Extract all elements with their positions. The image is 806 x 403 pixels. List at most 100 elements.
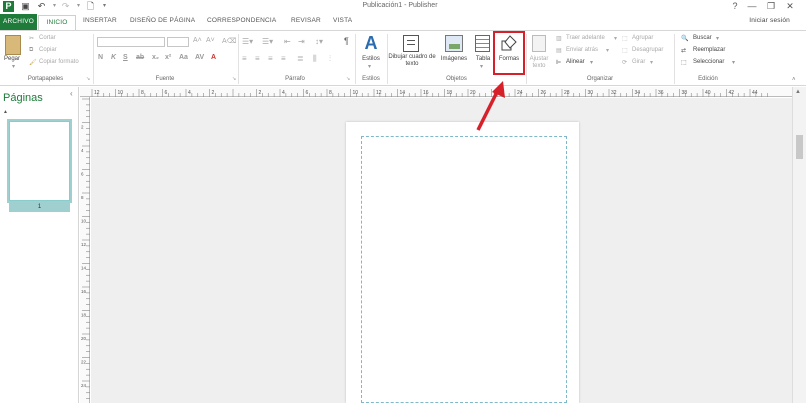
pane-scroll-up-icon[interactable]: ▲	[3, 109, 8, 115]
font-size-combo[interactable]	[167, 37, 189, 47]
cut-button[interactable]: Cortar	[39, 35, 56, 41]
align-center-icon[interactable]: ≡	[255, 54, 260, 63]
pictures-button[interactable]: Imágenes	[437, 56, 471, 63]
shapes-button[interactable]: Formas	[494, 56, 524, 63]
save-icon[interactable]: ▣	[20, 1, 31, 12]
collapse-ribbon-icon[interactable]: ˄	[792, 77, 796, 83]
font-name-combo[interactable]	[97, 37, 165, 47]
tab-insertar[interactable]: INSERTAR	[83, 17, 117, 24]
scrollbar-thumb[interactable]	[796, 135, 803, 159]
send-backward-dropdown-icon[interactable]: ▾	[606, 47, 609, 54]
numbering-icon[interactable]: ☰▾	[262, 37, 273, 46]
horizontal-ruler[interactable]: 1210864224681012141618202224262830323436…	[80, 87, 792, 97]
paste-button[interactable]: Pegar	[4, 56, 20, 62]
ruler-label: 4	[282, 90, 285, 96]
ungroup-button[interactable]: Desagrupar	[632, 47, 663, 53]
group-button[interactable]: Agrupar	[632, 35, 653, 41]
ribbon-separator	[93, 34, 94, 84]
pane-collapse-icon[interactable]: ‹	[70, 89, 73, 98]
tab-inicio[interactable]: INICIO	[38, 15, 76, 30]
tab-correspondencia[interactable]: CORRESPONDENCIA	[207, 17, 276, 24]
minimize-button[interactable]: —	[745, 0, 759, 12]
underline-button[interactable]: S	[123, 54, 128, 61]
table-icon[interactable]	[475, 35, 490, 52]
styles-dropdown-icon[interactable]: ▾	[368, 63, 371, 70]
replace-button[interactable]: Reemplazar	[693, 47, 725, 53]
replace-icon: ⇄	[681, 48, 687, 54]
align-dropdown-icon[interactable]: ▾	[590, 59, 593, 66]
maximize-button[interactable]: ❐	[764, 0, 778, 12]
find-button[interactable]: Buscar	[693, 35, 712, 41]
subscript-icon[interactable]: x₂	[152, 54, 159, 61]
page-thumbnail[interactable]	[7, 119, 72, 203]
shrink-font-icon[interactable]: A˅	[206, 37, 215, 44]
ruler-label: 44	[752, 90, 758, 96]
increase-indent-icon[interactable]: ⇥	[298, 37, 305, 46]
grow-font-icon[interactable]: A˄	[193, 37, 202, 44]
bullets-icon[interactable]: ☰▾	[242, 37, 253, 46]
draw-text-box-button[interactable]: Dibujar cuadro de texto	[388, 54, 436, 68]
table-dropdown-icon[interactable]: ▾	[480, 63, 483, 70]
tab-diseno-de-pagina[interactable]: DISEÑO DE PÁGINA	[130, 17, 195, 24]
select-button[interactable]: Seleccionar	[693, 59, 724, 65]
line-spacing-icon[interactable]: ↕▾	[315, 37, 323, 46]
change-case-icon[interactable]: Aa	[179, 54, 188, 61]
undo-dropdown-icon[interactable]: ▾	[49, 1, 60, 12]
font-color-icon[interactable]: A	[211, 54, 216, 61]
help-icon[interactable]: ?	[728, 0, 742, 12]
fuente-launcher-icon[interactable]: ↘	[232, 76, 236, 82]
bring-forward-dropdown-icon[interactable]: ▾	[614, 35, 617, 42]
align-button[interactable]: Alinear	[566, 59, 585, 65]
pictures-icon[interactable]	[445, 35, 463, 52]
paste-dropdown-icon[interactable]: ▾	[12, 63, 15, 70]
text-box-icon[interactable]	[403, 35, 419, 52]
distribute-icon[interactable]: ≣	[297, 54, 304, 63]
clear-format-icon[interactable]: A⌫	[222, 37, 237, 45]
columns-icon[interactable]: ⫼	[313, 54, 317, 64]
styles-icon[interactable]: A	[362, 33, 380, 53]
vertical-ruler[interactable]: 2 4 6 8 10 12 14 16 18 20 22 24	[80, 97, 90, 403]
tab-archivo[interactable]: ARCHIVO	[0, 14, 37, 30]
tab-vista[interactable]: VISTA	[333, 17, 352, 24]
copy-button[interactable]: Copiar	[39, 47, 57, 53]
table-button[interactable]: Tabla	[472, 56, 494, 63]
character-spacing-icon[interactable]: AV	[195, 54, 204, 61]
undo-icon[interactable]: ↶	[36, 1, 47, 12]
show-paragraph-marks-icon[interactable]: ¶	[344, 36, 349, 46]
wrap-text-icon[interactable]	[532, 35, 546, 52]
close-button[interactable]: ✕	[783, 0, 797, 12]
ungroup-icon: ⬚	[622, 48, 628, 54]
align-left-icon[interactable]: ≡	[242, 54, 247, 63]
portapapeles-launcher-icon[interactable]: ↘	[86, 76, 90, 82]
rotate-button[interactable]: Girar	[632, 59, 645, 65]
styles-button[interactable]: Estilos	[357, 56, 385, 63]
decrease-indent-icon[interactable]: ⇤	[284, 37, 291, 46]
tab-revisar[interactable]: REVISAR	[291, 17, 321, 24]
italic-button[interactable]: K	[111, 54, 116, 61]
signin-link[interactable]: Iniciar sesión	[749, 17, 790, 24]
shapes-icon[interactable]	[500, 35, 518, 52]
scroll-up-icon[interactable]: ▲	[795, 89, 801, 95]
bold-button[interactable]: N	[98, 54, 103, 61]
redo-dropdown-icon[interactable]: ▾	[73, 1, 84, 12]
select-dropdown-icon[interactable]: ▾	[732, 59, 735, 66]
send-backward-button[interactable]: Enviar atrás	[566, 47, 598, 53]
group-label-edicion: Edición	[698, 76, 718, 82]
strikethrough-icon[interactable]: ab	[136, 54, 144, 61]
ruler-label: 6	[81, 172, 84, 177]
rotate-dropdown-icon[interactable]: ▾	[650, 59, 653, 66]
justify-icon[interactable]: ≡	[281, 54, 286, 63]
paste-icon[interactable]	[5, 35, 21, 55]
parrafo-launcher-icon[interactable]: ↘	[346, 76, 350, 82]
customize-icon[interactable]: ▾	[99, 1, 110, 12]
format-painter-button[interactable]: Copiar formato	[39, 59, 79, 65]
find-dropdown-icon[interactable]: ▾	[716, 35, 719, 42]
align-right-icon[interactable]: ≡	[268, 54, 273, 63]
superscript-icon[interactable]: x²	[165, 54, 171, 61]
align-icon: ⊫	[556, 60, 562, 66]
redo-icon[interactable]: ↷	[60, 1, 71, 12]
wrap-text-button[interactable]: Ajustar texto	[527, 56, 551, 70]
hyphenation-icon[interactable]: ⫶	[329, 54, 331, 64]
bring-forward-button[interactable]: Traer adelante	[566, 35, 605, 41]
new-document-icon[interactable]: 🗋	[85, 1, 96, 12]
